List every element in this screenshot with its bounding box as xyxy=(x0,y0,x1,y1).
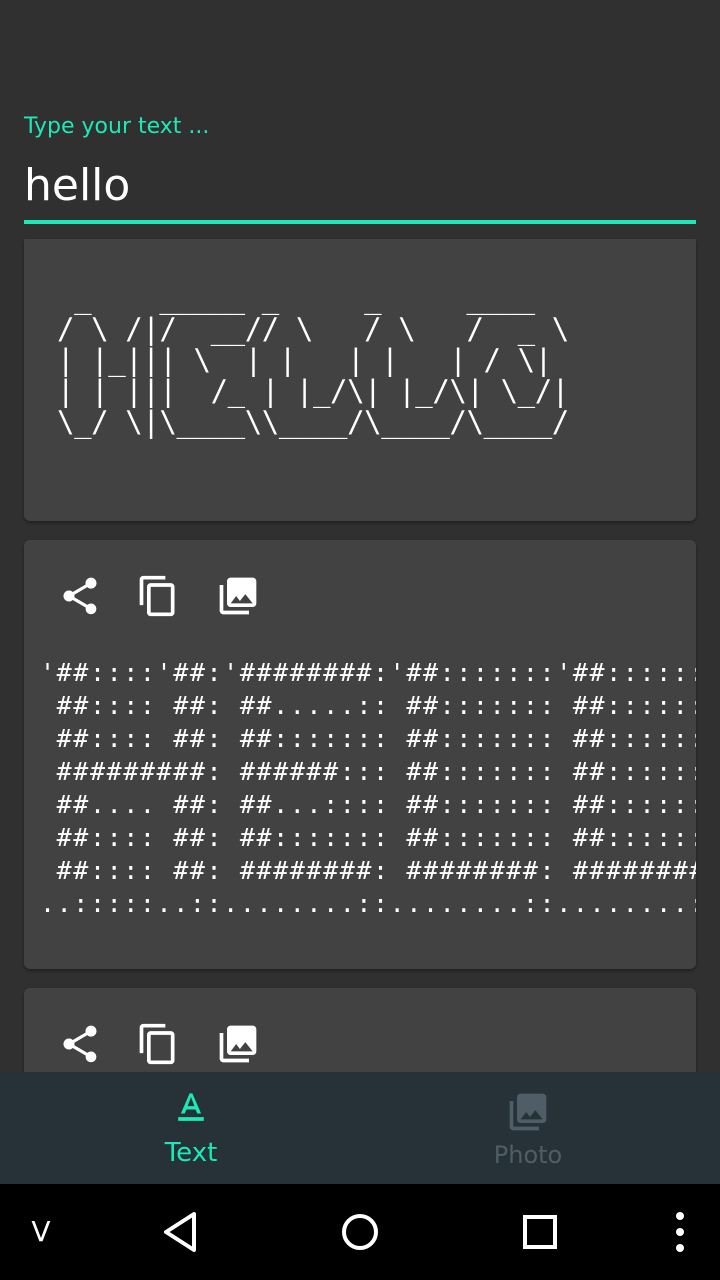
recents-button[interactable] xyxy=(516,1208,564,1256)
home-button[interactable] xyxy=(336,1208,384,1256)
overflow-menu-button[interactable] xyxy=(656,1208,704,1256)
text-input[interactable]: hello xyxy=(24,164,130,208)
keyboard-hide-button[interactable]: V xyxy=(28,1214,54,1250)
share-icon xyxy=(63,577,97,615)
tab-text[interactable]: Text xyxy=(11,1072,371,1184)
ascii-art-output-2: '##::::'##:'########:'##:::::::'##::::::… xyxy=(40,658,696,918)
photo-library-icon xyxy=(219,1025,257,1063)
back-button[interactable] xyxy=(156,1208,204,1256)
copy-button[interactable] xyxy=(136,1022,180,1066)
input-floating-label: Type your text ... xyxy=(24,114,210,139)
share-icon xyxy=(63,1025,97,1063)
ascii-art-output-1: _ _____ _ _ ____ / \ /|/ __// \ / \ / _ … xyxy=(57,281,569,439)
system-navigation-bar: V xyxy=(0,1184,720,1280)
ascii-art-card-2: '##::::'##:'########:'##:::::::'##::::::… xyxy=(24,540,696,969)
tab-photo[interactable]: Photo xyxy=(348,1072,708,1184)
recents-square-icon xyxy=(523,1215,557,1249)
photo-library-icon xyxy=(219,577,257,615)
share-button[interactable] xyxy=(58,574,102,618)
share-button[interactable] xyxy=(58,1022,102,1066)
input-underline xyxy=(24,220,696,224)
copy-icon xyxy=(139,1023,175,1065)
photo-library-icon xyxy=(506,1090,550,1134)
text-input-field[interactable]: Type your text ... hello xyxy=(24,110,696,226)
bottom-navigation: Text Photo xyxy=(0,1072,720,1184)
ascii-art-card-1: _ _____ _ _ ____ / \ /|/ __// \ / \ / _ … xyxy=(24,239,696,521)
home-circle-icon xyxy=(342,1214,378,1250)
save-image-button[interactable] xyxy=(216,574,260,618)
copy-button[interactable] xyxy=(136,574,180,618)
app-screen: Type your text ... hello _ _____ _ _ ___… xyxy=(0,0,720,1280)
text-format-icon xyxy=(169,1086,213,1130)
copy-icon xyxy=(139,575,175,617)
back-triangle-icon xyxy=(164,1212,196,1252)
tab-photo-label: Photo xyxy=(493,1141,563,1169)
save-image-button[interactable] xyxy=(216,1022,260,1066)
tab-text-label: Text xyxy=(164,1138,218,1168)
more-vert-icon xyxy=(676,1212,684,1252)
